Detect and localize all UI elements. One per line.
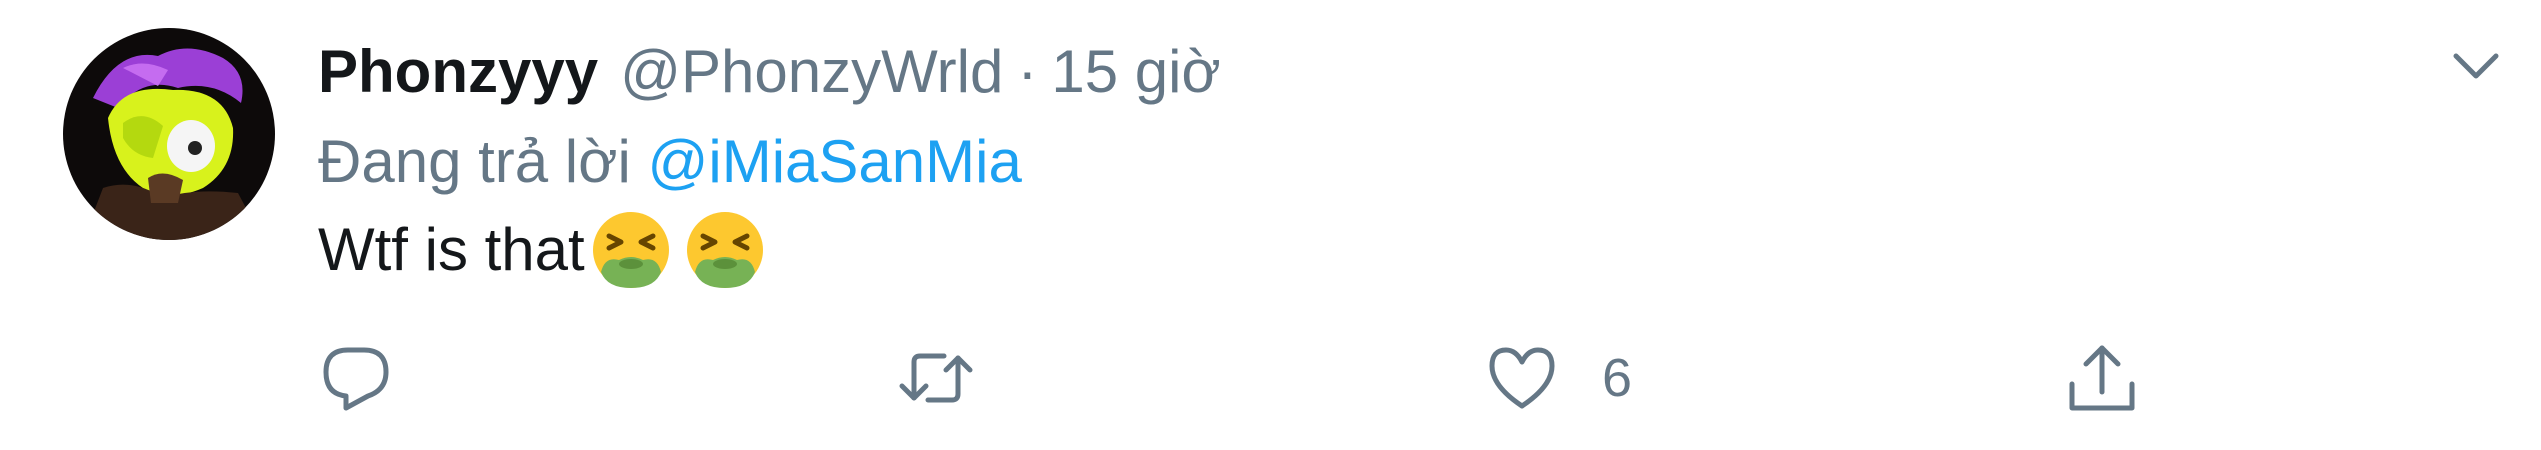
user-handle[interactable]: @PhonzyWrld: [620, 38, 1003, 105]
reply-context: Đang trả lời @iMiaSanMia: [318, 122, 1022, 202]
tweet-text: Wtf is that: [318, 210, 765, 290]
tweet[interactable]: Phonzyyy @PhonzyWrld · 15 giờ Đang trả lời …: [0, 0, 2541, 450]
avatar[interactable]: [63, 28, 275, 240]
reply-button[interactable]: [318, 338, 394, 418]
tweet-actions: 6: [0, 338, 2541, 418]
heart-icon: [1489, 347, 1555, 409]
vomiting-face-emoji: [686, 212, 763, 288]
retweet-icon: [899, 353, 973, 403]
like-count: 6: [1602, 348, 1633, 408]
like-button[interactable]: 6: [1484, 338, 1632, 418]
separator-dot: ·: [1017, 38, 1038, 105]
tweet-time[interactable]: 15 giờ: [1051, 38, 1220, 105]
tweet-header: Phonzyyy @PhonzyWrld · 15 giờ: [318, 32, 1221, 112]
reply-prefix: Đang trả lời: [318, 128, 631, 195]
tweet-text-body: Wtf is that: [318, 216, 585, 283]
share-button[interactable]: [2064, 338, 2140, 418]
avatar-image: [63, 28, 275, 240]
display-name[interactable]: Phonzyyy: [318, 38, 598, 105]
reply-to-link[interactable]: @iMiaSanMia: [647, 128, 1021, 195]
share-icon: [2069, 345, 2135, 411]
reply-icon: [323, 347, 389, 411]
chevron-down-icon[interactable]: [2448, 38, 2504, 94]
retweet-button[interactable]: [898, 338, 974, 418]
vomiting-face-emoji: [592, 212, 669, 288]
